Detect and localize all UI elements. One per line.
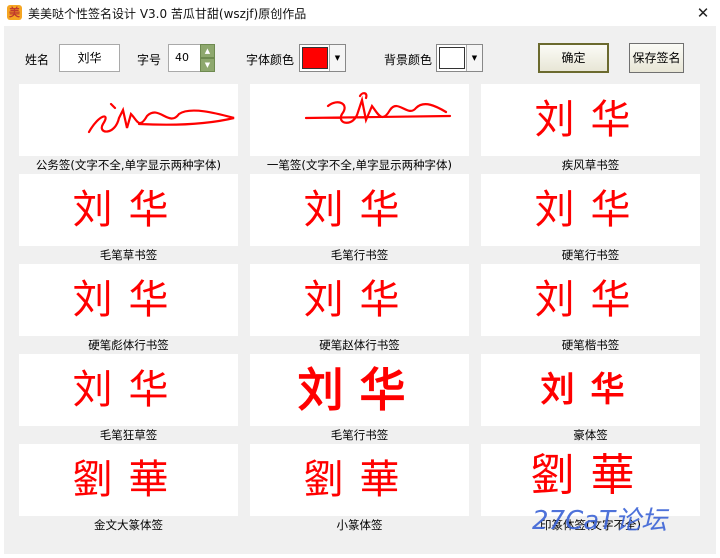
name-label: 姓名 [25,53,50,67]
close-button[interactable]: ✕ [686,0,720,26]
title-bar: 美 美美哒个性签名设计 V3.0 苦瓜甘甜(wszjf)原创作品 ✕ [0,0,720,26]
signature-card: 刘华 硬笔楷书签 [481,264,700,354]
font-size-input[interactable]: 40 [168,44,202,72]
signature-text: 刘华 [534,277,647,323]
signature-preview [19,84,238,156]
signature-caption: 硬笔楷书签 [561,338,620,352]
font-color-picker[interactable]: ▼ [299,44,346,72]
signature-card: 刘华 硬笔赵体行书签 [250,264,469,354]
font-color-swatch [302,47,328,69]
signature-card: 刘华 毛笔行书签 [250,354,469,444]
signature-preview: 刘华 [250,354,469,426]
app-icon: 美 [7,5,22,20]
signature-preview: 刘华 [250,264,469,336]
signature-scribble [304,92,452,124]
signature-text: 刘华 [297,363,422,417]
signature-text: 刘华 [72,187,185,233]
chevron-down-icon[interactable]: ▼ [466,45,482,71]
signature-text: 刘华 [540,370,641,410]
signature-preview: 刘华 [250,174,469,246]
signature-text: 劉華 [72,457,185,503]
font-color-label: 字体颜色 [246,53,295,67]
signature-scribble [87,102,235,134]
signature-caption: 公务签(文字不全,单字显示两种字体) [35,158,222,172]
signature-preview [250,84,469,156]
signature-caption: 小篆体签 [336,518,383,532]
spin-up-button[interactable]: ▲ [200,44,215,58]
signature-caption: 硬笔彪体行书签 [88,338,169,352]
signature-preview: 刘华 [19,354,238,426]
signature-caption: 硬笔行书签 [561,248,620,262]
signature-caption: 豪体签 [573,428,608,442]
signature-preview: 刘华 [481,174,700,246]
bg-color-picker[interactable]: ▼ [436,44,483,72]
signature-text: 刘华 [303,187,416,233]
signature-grid: 公务签(文字不全,单字显示两种字体) 一笔签(文字不全,单字显示两种字体) 刘华 疾风… [19,84,707,536]
save-signature-button[interactable]: 保存签名 [629,43,684,73]
signature-caption: 毛笔行书签 [330,428,389,442]
signature-preview: 劉華 [250,444,469,516]
main-panel: 姓名 刘华 字号 40 ▲ ▼ 字体颜色 ▼ 背景颜色 ▼ 确定 保存签名 公务… [4,26,716,554]
signature-text: 刘华 [72,277,185,323]
signature-caption: 疾风草书签 [561,158,620,172]
signature-card: 一笔签(文字不全,单字显示两种字体) [250,84,469,174]
signature-card: 刘华 毛笔狂草签 [19,354,238,444]
signature-card: 刘华 毛笔草书签 [19,174,238,264]
signature-caption: 毛笔狂草签 [99,428,158,442]
signature-caption: 金文大篆体签 [94,518,163,532]
spin-down-button[interactable]: ▼ [200,58,215,72]
signature-card: 刘华 硬笔行书签 [481,174,700,264]
signature-card: 劉華 金文大篆体签 [19,444,238,534]
size-label: 字号 [137,53,162,67]
signature-preview: 刘华 [481,84,700,156]
name-input[interactable]: 刘华 [59,44,120,72]
signature-card: 公务签(文字不全,单字显示两种字体) [19,84,238,174]
signature-card: 刘华 疾风草书签 [481,84,700,174]
bg-color-swatch [439,47,465,69]
confirm-button[interactable]: 确定 [538,43,609,73]
signature-text: 刘华 [534,187,647,233]
signature-card: 刘华 硬笔彪体行书签 [19,264,238,354]
bg-color-label: 背景颜色 [384,53,433,67]
signature-preview: 刘华 [19,174,238,246]
signature-preview: 劉華 [19,444,238,516]
signature-card: 劉華 小篆体签 [250,444,469,534]
signature-caption: 毛笔草书签 [99,248,158,262]
signature-preview: 刘华 [481,264,700,336]
chevron-down-icon[interactable]: ▼ [329,45,345,71]
window-title: 美美哒个性签名设计 V3.0 苦瓜甘甜(wszjf)原创作品 [28,7,307,21]
signature-preview: 刘华 [481,354,700,426]
signature-text: 刘华 [72,367,185,413]
signature-text: 刘华 [534,97,647,143]
signature-text: 劉華 [530,450,651,501]
signature-text: 刘华 [303,277,416,323]
signature-caption: 硬笔赵体行书签 [319,338,400,352]
signature-card: 刘华 毛笔行书签 [250,174,469,264]
signature-preview: 刘华 [19,264,238,336]
signature-caption: 毛笔行书签 [330,248,389,262]
signature-text: 劉華 [303,457,416,503]
signature-card: 刘华 豪体签 [481,354,700,444]
signature-caption: 一笔签(文字不全,单字显示两种字体) [266,158,453,172]
watermark-logo: 27CaT论坛 [532,506,668,536]
